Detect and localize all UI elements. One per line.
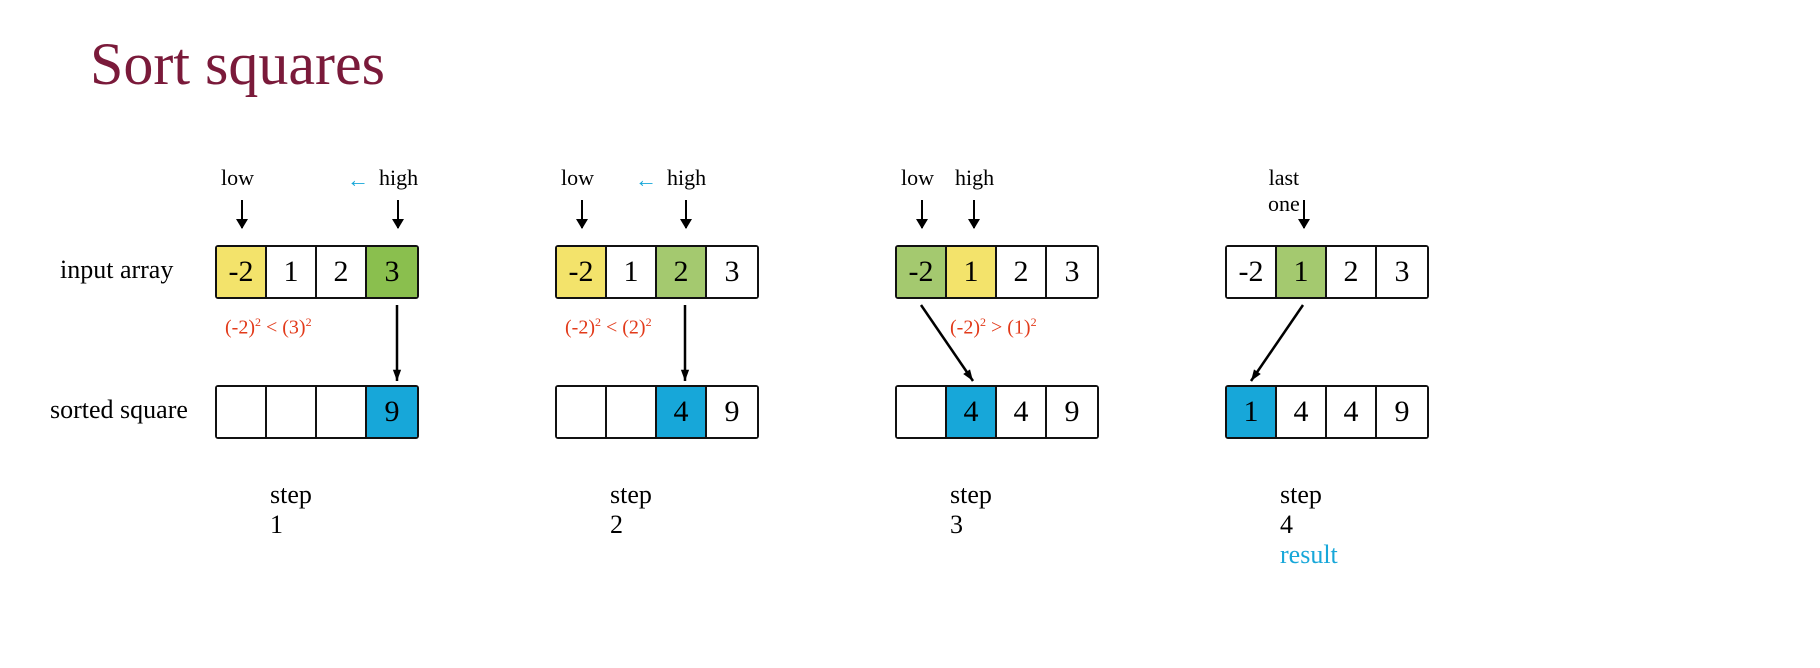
last-one-label: last one [1268, 165, 1300, 217]
array-cell: 4 [657, 387, 707, 437]
array-cell: 1 [267, 247, 317, 297]
array-cell: -2 [557, 247, 607, 297]
comparison-annotation: (-2)2 < (2)2 [565, 315, 652, 340]
array-cell: -2 [217, 247, 267, 297]
array-cell: 9 [1047, 387, 1097, 437]
arrow-down-icon [397, 200, 399, 228]
page-title: Sort squares [90, 30, 385, 99]
high-label: high [379, 165, 418, 191]
array-cell: 2 [997, 247, 1047, 297]
arrow-down-icon [973, 200, 975, 228]
row-label-output: sorted square [50, 395, 188, 425]
input-array: -2123 [1225, 245, 1429, 299]
comparison-annotation: (-2)2 < (3)2 [225, 315, 312, 340]
low-label: low [561, 165, 594, 191]
input-array: -2123 [215, 245, 419, 299]
output-array: 49 [555, 385, 759, 439]
array-cell: 3 [367, 247, 417, 297]
array-cell [217, 387, 267, 437]
array-cell: 1 [1277, 247, 1327, 297]
row-label-input: input array [60, 255, 173, 285]
array-cell [557, 387, 607, 437]
arrow-left-icon [635, 167, 658, 193]
array-cell [897, 387, 947, 437]
array-cell [317, 387, 367, 437]
array-cell: 2 [317, 247, 367, 297]
array-cell: 3 [1047, 247, 1097, 297]
array-cell: 1 [1227, 387, 1277, 437]
array-cell: -2 [1227, 247, 1277, 297]
array-cell: 9 [1377, 387, 1427, 437]
step-label: step 3 [950, 480, 992, 540]
array-cell: 4 [997, 387, 1047, 437]
arrow-down-icon [241, 200, 243, 228]
array-cell: 4 [1277, 387, 1327, 437]
diagram-stage: Sort squares input array sorted square l… [0, 0, 1820, 668]
step-label: step 2 [610, 480, 652, 540]
step-label: step 4 result [1280, 480, 1338, 570]
output-array: 1449 [1225, 385, 1429, 439]
high-label: high [955, 165, 994, 191]
array-cell: 2 [1327, 247, 1377, 297]
output-array: 449 [895, 385, 1099, 439]
input-array: -2123 [895, 245, 1099, 299]
arrow-down-icon [382, 301, 412, 393]
array-cell: 9 [707, 387, 757, 437]
low-label: low [901, 165, 934, 191]
array-cell: 9 [367, 387, 417, 437]
high-label: high [667, 165, 706, 191]
low-label: low [221, 165, 254, 191]
result-label: result [1280, 540, 1338, 569]
array-cell: 1 [607, 247, 657, 297]
arrow-down-icon [1236, 301, 1318, 393]
array-cell: 2 [657, 247, 707, 297]
array-cell: 3 [1377, 247, 1427, 297]
arrow-down-icon [1303, 200, 1305, 228]
array-cell [607, 387, 657, 437]
input-array: -2123 [555, 245, 759, 299]
array-cell: 4 [947, 387, 997, 437]
step-label: step 1 [270, 480, 312, 540]
comparison-annotation: (-2)2 > (1)2 [950, 315, 1037, 340]
arrow-left-icon [347, 167, 370, 193]
array-cell: 3 [707, 247, 757, 297]
array-cell [267, 387, 317, 437]
array-cell: 4 [1327, 387, 1377, 437]
output-array: 9 [215, 385, 419, 439]
arrow-down-icon [921, 200, 923, 228]
arrow-down-icon [685, 200, 687, 228]
arrow-down-icon [670, 301, 700, 393]
array-cell: -2 [897, 247, 947, 297]
array-cell: 1 [947, 247, 997, 297]
arrow-down-icon [581, 200, 583, 228]
